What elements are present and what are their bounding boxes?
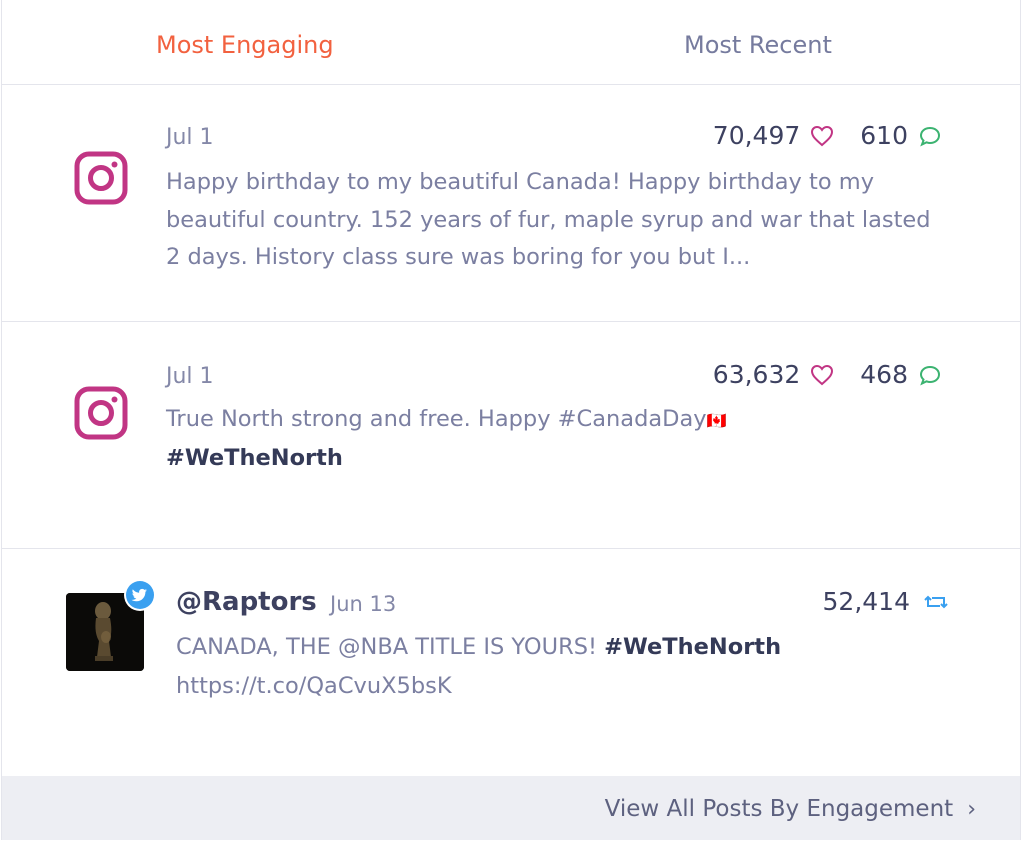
post-item[interactable]: Jul 1 70,497 610 Happy birthday to my be… <box>2 85 1020 322</box>
instagram-icon <box>74 151 128 205</box>
tweet-handle[interactable]: @Raptors <box>176 587 317 617</box>
tweet-stats: 52,414 <box>823 587 950 616</box>
post-stats: 70,497 610 <box>709 121 942 150</box>
chevron-right-icon: › <box>967 796 976 822</box>
post-stats: 63,632 468 <box>709 360 942 389</box>
heart-icon <box>811 125 834 146</box>
retweet-count: 52,414 <box>822 587 910 616</box>
likes-count: 70,497 <box>712 121 801 150</box>
avatar-wrapper <box>66 579 156 671</box>
tweet-text: CANADA, THE @NBA TITLE IS YOURS! #WeTheN… <box>176 628 956 706</box>
footer-bar: View All Posts By Engagement › <box>2 776 1020 840</box>
post-date: Jul 1 <box>166 125 214 150</box>
likes-count: 63,632 <box>712 360 801 389</box>
post-hashtag[interactable]: #WeTheNorth <box>166 445 343 471</box>
retweet-icon <box>924 595 948 608</box>
view-all-posts-link[interactable]: View All Posts By Engagement › <box>605 796 976 822</box>
posts-card: Most Engaging Most Recent Jul 1 70,497 6… <box>1 0 1021 840</box>
tweet-link[interactable]: https://t.co/QaCvuX5bsK <box>176 673 452 699</box>
comment-icon <box>919 365 941 386</box>
post-date: Jul 1 <box>166 364 214 389</box>
tweet-hashtag[interactable]: #WeTheNorth <box>604 634 781 660</box>
twitter-bird-icon <box>131 588 147 602</box>
post-text: Happy birthday to my beautiful Canada! H… <box>166 169 931 270</box>
canada-flag-icon: 🇨🇦 <box>706 411 727 430</box>
view-all-posts-label: View All Posts By Engagement <box>604 796 954 822</box>
tweet-item[interactable]: @Raptors Jun 13 52,414 CANADA, THE @NBA … <box>2 549 1020 775</box>
comments-count: 610 <box>860 121 908 150</box>
post-text: True North strong and free. Happy #Canad… <box>166 401 946 477</box>
heart-icon <box>811 364 834 385</box>
instagram-icon <box>74 386 128 440</box>
twitter-badge <box>124 579 156 611</box>
tab-most-recent[interactable]: Most Recent <box>684 30 832 60</box>
post-item[interactable]: Jul 1 63,632 468 True North strong and f… <box>2 322 1020 549</box>
post-text-body: True North strong and free. Happy #Canad… <box>166 406 707 432</box>
comment-icon <box>919 126 941 147</box>
tab-most-engaging[interactable]: Most Engaging <box>156 30 334 60</box>
comments-count: 468 <box>860 360 908 389</box>
tab-bar: Most Engaging Most Recent <box>2 0 1020 85</box>
tweet-date: Jun 13 <box>330 592 397 616</box>
tweet-body: CANADA, THE @NBA TITLE IS YOURS! <box>176 634 605 660</box>
